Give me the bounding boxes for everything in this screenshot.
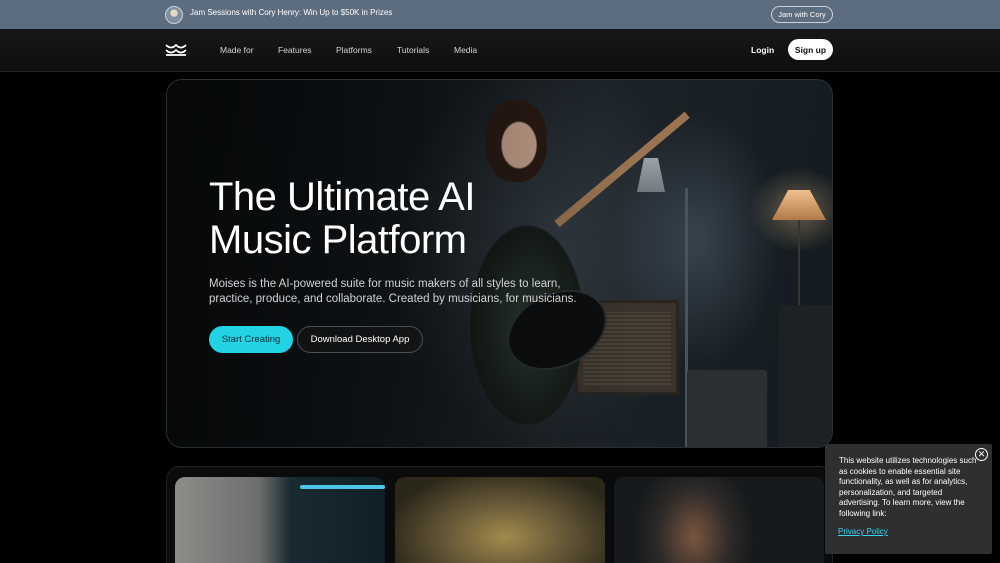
- start-creating-button[interactable]: Start Creating: [209, 326, 293, 353]
- privacy-policy-link[interactable]: Privacy Policy: [838, 527, 888, 536]
- download-desktop-app-button[interactable]: Download Desktop App: [297, 326, 423, 353]
- hero-title: The Ultimate AI Music Platform: [209, 176, 549, 262]
- feature-card-singer[interactable]: [614, 477, 824, 563]
- hero-title-line1: The Ultimate AI: [209, 175, 475, 219]
- jam-with-cory-button[interactable]: Jam with Cory: [771, 6, 833, 23]
- login-link[interactable]: Login: [751, 45, 774, 55]
- hero-section: The Ultimate AI Music Platform Moises is…: [166, 79, 833, 448]
- hero-overlay: [167, 80, 832, 447]
- nav-item-platforms[interactable]: Platforms: [336, 45, 372, 55]
- cory-henry-avatar: [165, 6, 183, 24]
- cookie-banner: ✕ This website utilizes technologies suc…: [825, 444, 992, 554]
- announcement-bar: Jam Sessions with Cory Henry: Win Up to …: [0, 0, 1000, 29]
- nav-item-media[interactable]: Media: [454, 45, 477, 55]
- cookie-text: This website utilizes technologies such …: [839, 456, 977, 518]
- announcement-text[interactable]: Jam Sessions with Cory Henry: Win Up to …: [190, 8, 392, 17]
- close-icon[interactable]: ✕: [975, 448, 988, 461]
- feature-card-hands[interactable]: [395, 477, 605, 563]
- hero-title-line2: Music Platform: [209, 218, 467, 262]
- moises-logo-icon[interactable]: [165, 42, 187, 58]
- feature-cards: [166, 466, 833, 563]
- feature-card-daw[interactable]: [175, 477, 385, 563]
- nav-item-tutorials[interactable]: Tutorials: [397, 45, 429, 55]
- nav-item-made-for[interactable]: Made for: [220, 45, 254, 55]
- signup-button[interactable]: Sign up: [788, 39, 833, 60]
- hero-description: Moises is the AI-powered suite for music…: [209, 278, 577, 305]
- main-nav: Made for Features Platforms Tutorials Me…: [0, 29, 1000, 72]
- waveform-strip: [300, 485, 385, 489]
- nav-item-features[interactable]: Features: [278, 45, 312, 55]
